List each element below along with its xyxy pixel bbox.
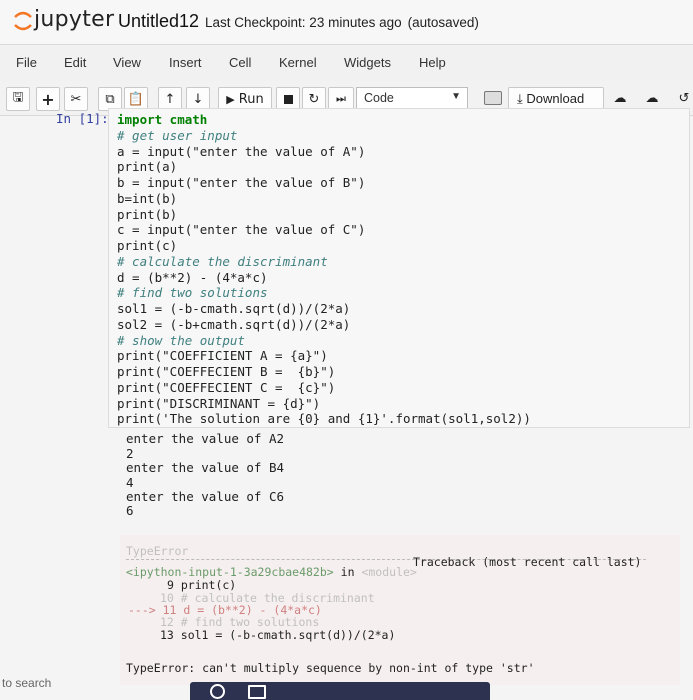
checkpoint-status: Last Checkpoint: 23 minutes ago (autosave…: [205, 15, 479, 30]
fast-forward-icon: ⏭: [336, 92, 346, 105]
refresh-icon: ↺: [678, 90, 690, 106]
stop-icon: [283, 94, 293, 104]
notebook-header: jupyter Untitled12 Last Checkpoint: 23 m…: [0, 0, 693, 44]
menu-widgets[interactable]: Widgets: [344, 55, 391, 70]
notebook-page: jupyter Untitled12 Last Checkpoint: 23 m…: [0, 0, 693, 700]
chevron-down-icon: ▼: [451, 91, 461, 102]
code-line: b = input("enter the value of B"): [117, 175, 366, 190]
error-message: TypeError: can't multiply sequence by no…: [126, 661, 535, 675]
extension-icon-2[interactable]: ☁: [644, 87, 660, 109]
copy-icon: ⧉: [105, 91, 115, 107]
cut-button[interactable]: ✂: [64, 87, 88, 111]
code-line: # show the output: [117, 332, 245, 348]
checkpoint-text: Last Checkpoint: 23 minutes ago: [205, 15, 402, 30]
code-line: # calculate the discriminant: [117, 253, 328, 269]
play-icon: ▶: [226, 92, 235, 106]
code-line: import cmath: [117, 112, 208, 127]
code-line: sol1 = (-b-cmath.sqrt(d))/(2*a): [117, 301, 351, 316]
output-line: enter the value of A2: [126, 431, 285, 446]
output-line: 6: [126, 503, 134, 518]
scissors-icon: ✂: [70, 91, 82, 107]
traceback-label: Traceback (most recent call last): [413, 555, 642, 569]
code-line: d = (b**2) - (4*a*c): [117, 269, 268, 285]
notebook-name[interactable]: Untitled12: [118, 11, 199, 32]
traceback-module: <module>: [361, 565, 417, 579]
jupyter-logo-icon[interactable]: [12, 8, 34, 34]
code-line: print(a): [117, 159, 178, 175]
jupyter-brand[interactable]: jupyter: [34, 7, 114, 32]
output-line: 2: [126, 446, 134, 461]
extension-icon-3[interactable]: ↺: [676, 87, 692, 109]
code-line: print("DISCRIMINANT = {d}"): [117, 395, 321, 411]
code-line: print("COEFFECIENT B = {b}"): [117, 364, 336, 379]
code-line: print("COEFFICIENT A = {a}"): [117, 348, 328, 364]
save-icon: 🖫: [12, 90, 24, 105]
autosave-status: (autosaved): [407, 15, 479, 30]
download-icon: ⤓: [517, 91, 523, 106]
task-view-icon[interactable]: [248, 685, 266, 699]
traceback-frame: 13 sol1 = (-b-cmath.sqrt(d))/(2*a): [160, 628, 396, 642]
download-label: Download: [526, 91, 585, 106]
traceback-frame: 9 print(c): [167, 578, 237, 592]
menu-kernel[interactable]: Kernel: [279, 55, 317, 70]
taskbar-search[interactable]: to search: [2, 676, 51, 690]
cortana-icon[interactable]: [210, 684, 225, 699]
output-line: 4: [126, 475, 134, 490]
insert-cell-button[interactable]: +: [36, 87, 60, 111]
code-editor[interactable]: import cmath # get user input a = input(…: [117, 112, 531, 427]
paste-icon: 📋: [127, 91, 145, 107]
code-line: print(c): [117, 238, 178, 253]
cloud-icon: ☁: [645, 90, 659, 106]
code-line: print(b): [117, 206, 178, 222]
error-type: TypeError: [126, 544, 189, 558]
traceback-frame: 12 # find two solutions: [160, 615, 320, 629]
menu-edit[interactable]: Edit: [64, 55, 86, 70]
menu-insert[interactable]: Insert: [169, 55, 202, 70]
code-line: # find two solutions: [117, 285, 268, 301]
run-label: Run: [238, 91, 264, 107]
arrow-up-icon: ↑: [164, 91, 176, 107]
code-line: print('The solution are {0} and {1}'.for…: [117, 411, 531, 427]
menu-view[interactable]: View: [113, 55, 141, 70]
cell-type-select[interactable]: Code ▼: [356, 87, 468, 109]
plus-icon: +: [41, 89, 55, 109]
code-line: print("COEFFECIENT C = {c}"): [117, 379, 336, 395]
save-button[interactable]: 🖫: [6, 87, 30, 111]
output-line: enter the value of B4: [126, 460, 285, 475]
keyboard-icon[interactable]: [484, 91, 502, 105]
cloud-icon: ☁: [613, 90, 627, 106]
code-line: sol2 = (-b+cmath.sqrt(d))/(2*a): [117, 316, 351, 332]
code-line: a = input("enter the value of A"): [117, 143, 366, 159]
code-line: # get user input: [117, 127, 238, 143]
cell-type-value: Code: [364, 91, 394, 105]
cell-prompt: In [1]:: [56, 111, 109, 126]
menu-help[interactable]: Help: [419, 55, 446, 70]
code-line: b=int(b): [117, 190, 178, 206]
arrow-down-icon: ↓: [192, 91, 204, 107]
menu-file[interactable]: File: [16, 55, 37, 70]
menu-cell[interactable]: Cell: [229, 55, 251, 70]
restart-icon: ↻: [308, 91, 320, 107]
output-line: enter the value of C6: [126, 489, 285, 504]
traceback-in: in: [340, 565, 355, 579]
download-button[interactable]: ⤓ Download: [508, 87, 604, 109]
code-line: c = input("enter the value of C"): [117, 222, 366, 238]
traceback-file: <ipython-input-1-3a29cbae482b>: [126, 565, 334, 579]
taskbar: [190, 682, 490, 700]
menu-bar: File Edit View Insert Cell Kernel Widget…: [0, 44, 693, 82]
extension-icon-1[interactable]: ☁: [612, 87, 628, 109]
